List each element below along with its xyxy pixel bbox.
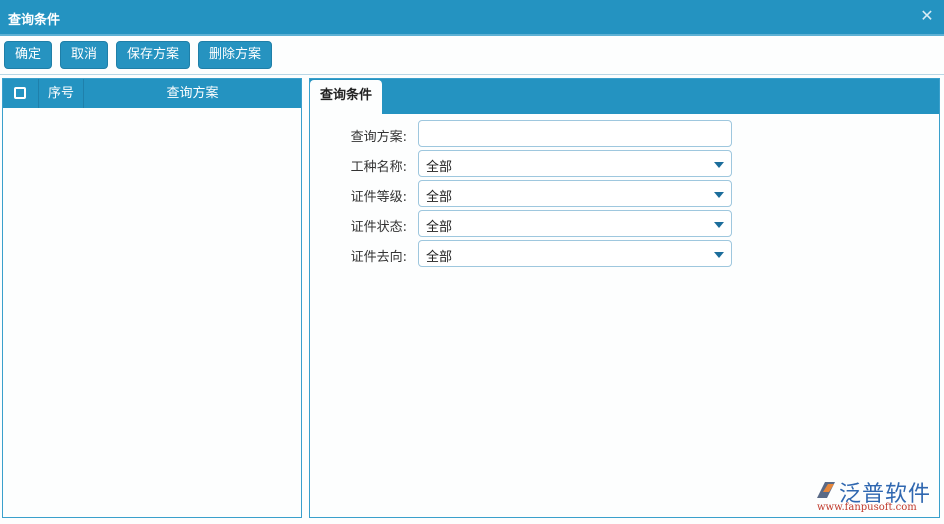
chevron-down-icon[interactable] bbox=[714, 162, 724, 168]
form-row-cert-level: 证件等级: 全部 bbox=[310, 180, 939, 208]
cert-level-select[interactable]: 全部 bbox=[418, 180, 732, 207]
field-label: 工种名称: bbox=[350, 160, 407, 175]
conditions-panel: 查询条件 查询方案: 工种名称: 全部 证件等级: 全部 证件状态: 全部 证件… bbox=[309, 78, 940, 518]
watermark-url: www.fanpusoft.com bbox=[817, 502, 917, 513]
confirm-button[interactable]: 确定 bbox=[4, 41, 52, 69]
select-all-checkbox[interactable] bbox=[14, 87, 26, 99]
field-label: 查询方案: bbox=[350, 130, 407, 145]
chevron-down-icon[interactable] bbox=[714, 192, 724, 198]
tabstrip: 查询条件 bbox=[310, 79, 939, 114]
field-label: 证件去向: bbox=[350, 250, 407, 265]
cert-status-select[interactable]: 全部 bbox=[418, 210, 732, 237]
select-all-column bbox=[3, 79, 39, 108]
scheme-list-panel: 序号 查询方案 bbox=[2, 78, 302, 518]
field-label: 证件状态: bbox=[350, 220, 407, 235]
dialog-title: 查询条件 bbox=[8, 13, 61, 28]
column-header-index[interactable]: 序号 bbox=[39, 79, 84, 108]
close-icon[interactable]: ✕ bbox=[920, 8, 934, 24]
chevron-down-icon[interactable] bbox=[714, 222, 724, 228]
scheme-name-input[interactable] bbox=[418, 120, 732, 147]
field-label: 证件等级: bbox=[350, 190, 407, 205]
form-row-scheme: 查询方案: bbox=[310, 120, 939, 148]
column-header-scheme[interactable]: 查询方案 bbox=[84, 79, 301, 108]
brand-logo-icon bbox=[817, 482, 835, 498]
work-type-select[interactable]: 全部 bbox=[418, 150, 732, 177]
chevron-down-icon[interactable] bbox=[714, 252, 724, 258]
grid-header: 序号 查询方案 bbox=[3, 79, 301, 108]
field-value: 全部 bbox=[426, 220, 453, 235]
dialog-titlebar: 查询条件 ✕ bbox=[0, 0, 944, 34]
field-value: 全部 bbox=[426, 190, 453, 205]
save-scheme-button[interactable]: 保存方案 bbox=[116, 41, 190, 69]
form-row-work-type: 工种名称: 全部 bbox=[310, 150, 939, 178]
form-row-cert-destination: 证件去向: 全部 bbox=[310, 240, 939, 268]
cancel-button[interactable]: 取消 bbox=[60, 41, 108, 69]
delete-scheme-button[interactable]: 删除方案 bbox=[198, 41, 272, 69]
toolbar: 确定 取消 保存方案 删除方案 bbox=[0, 36, 944, 75]
tab-query-conditions[interactable]: 查询条件 bbox=[310, 80, 382, 114]
cert-destination-select[interactable]: 全部 bbox=[418, 240, 732, 267]
watermark-logo: 泛普软件 www.fanpusoft.com bbox=[815, 476, 937, 516]
field-value: 全部 bbox=[426, 160, 453, 175]
field-value: 全部 bbox=[426, 250, 453, 265]
form-row-cert-status: 证件状态: 全部 bbox=[310, 210, 939, 238]
grid-body bbox=[3, 108, 301, 517]
